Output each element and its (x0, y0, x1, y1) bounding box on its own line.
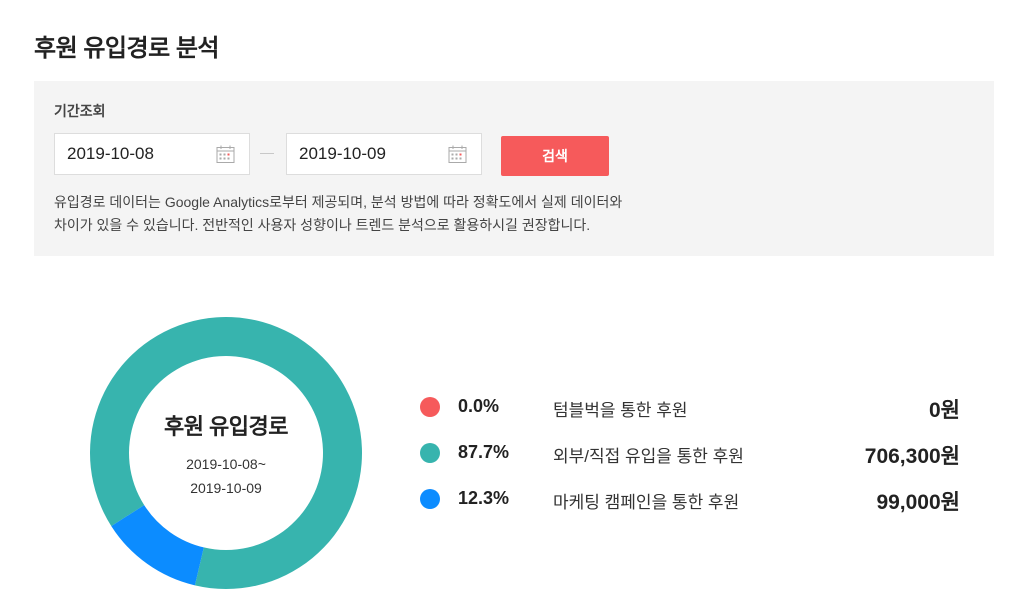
legend-label: 외부/직접 유입을 통한 후원 (553, 447, 744, 466)
start-date-field[interactable] (54, 133, 250, 175)
chart-legend: 0.0% 텀블벅을 통한 후원 0원 87.7% 외부/직접 유입을 통한 후원… (420, 386, 960, 524)
page: 후원 유입경로 분석 기간조회 2019-10-08 2019-10-09 검색… (0, 0, 1019, 599)
legend-row-marketing: 12.3% 마케팅 캠페인을 통한 후원 99,000원 (420, 478, 960, 524)
notice-line: 차이가 있을 수 있습니다. 전반적인 사용자 성향이나 트렌드 분석으로 활용… (54, 217, 591, 233)
legend-percent: 12.3% (458, 488, 510, 508)
end-date-field[interactable] (286, 133, 482, 175)
legend-percent: 0.0% (458, 396, 500, 416)
end-date-input[interactable] (287, 134, 449, 174)
search-button[interactable]: 검색 (501, 136, 609, 176)
legend-row-tumblbug: 0.0% 텀블벅을 통한 후원 0원 (420, 386, 960, 432)
inflow-donut-chart (90, 317, 362, 589)
notice-line: 유입경로 데이터는 Google Analytics로부터 제공되며, 분석 방… (54, 194, 623, 210)
data-accuracy-notice: 유입경로 데이터는 Google Analytics로부터 제공되며, 분석 방… (54, 191, 754, 237)
legend-label: 텀블벅을 통한 후원 (553, 401, 688, 420)
legend-dot (420, 489, 440, 509)
legend-row-external: 87.7% 외부/직접 유입을 통한 후원 706,300원 (420, 432, 960, 478)
legend-amount: 99,000원 (876, 491, 960, 514)
calendar-icon[interactable] (216, 145, 235, 164)
calendar-icon[interactable] (448, 145, 467, 164)
page-title: 후원 유입경로 분석 (34, 35, 219, 62)
legend-amount: 0원 (929, 399, 960, 422)
legend-percent: 87.7% (458, 442, 510, 462)
legend-label: 마케팅 캠페인을 통한 후원 (553, 493, 740, 512)
legend-dot (420, 397, 440, 417)
date-range-separator (260, 153, 274, 154)
start-date-input[interactable] (55, 134, 217, 174)
period-filter-panel: 기간조회 2019-10-08 2019-10-09 검색 유입경로 데이터는 … (34, 81, 994, 256)
period-filter-label: 기간조회 (54, 103, 106, 119)
legend-dot (420, 443, 440, 463)
legend-amount: 706,300원 (864, 445, 960, 468)
